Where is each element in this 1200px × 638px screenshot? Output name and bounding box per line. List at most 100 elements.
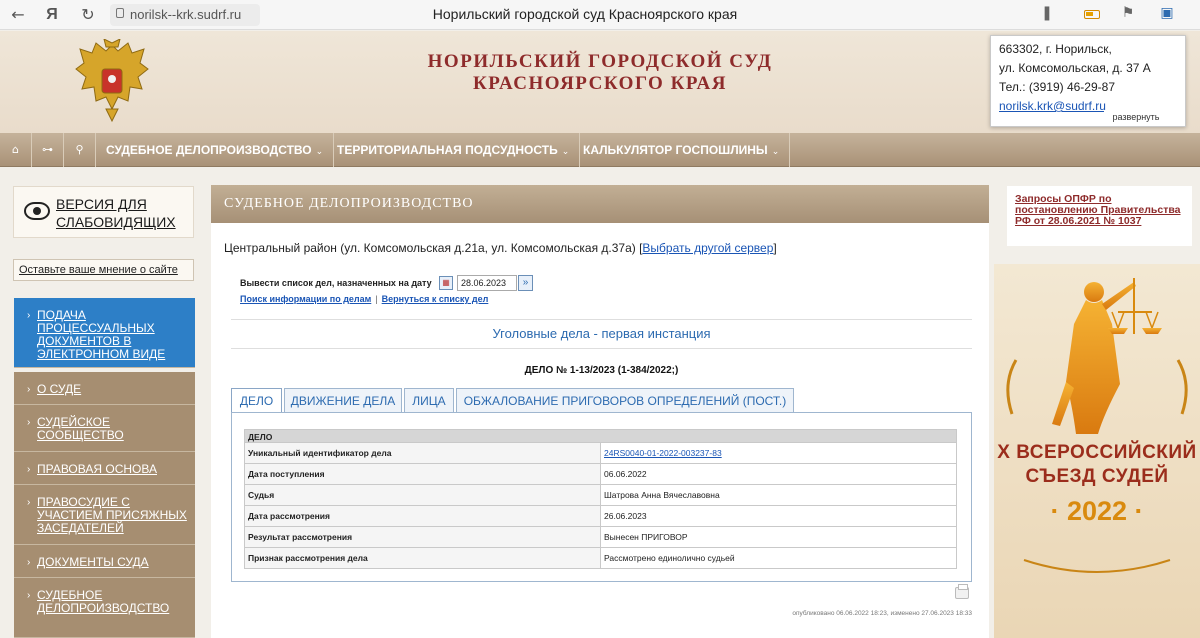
- main-content: СУДЕБНОЕ ДЕЛОПРОИЗВОДСТВО Центральный ра…: [211, 185, 989, 638]
- row-label: Судья: [244, 484, 601, 506]
- date-input[interactable]: 28.06.2023: [457, 275, 517, 291]
- nav-item-court-documents[interactable]: › ДОКУМЕНТЫ СУДА: [14, 545, 195, 578]
- table-row: Судья Шатрова Анна Вячеславовна: [244, 484, 957, 506]
- nav-label: СООБЩЕСТВО: [37, 428, 124, 442]
- nav-item-about-court[interactable]: › О СУДЕ: [14, 372, 195, 405]
- bullet-icon: ›: [27, 417, 31, 428]
- menu-court-records[interactable]: СУДЕБНОЕ ДЕЛОПРОИЗВОДСТВО ⌄: [96, 133, 335, 167]
- choose-server-link[interactable]: Выбрать другой сервер: [642, 241, 773, 255]
- server-text: Центральный район (ул. Комсомольская д.2…: [224, 241, 643, 255]
- banner-line2: СЪЕЗД СУДЕЙ: [1025, 466, 1169, 487]
- bullet-icon: ›: [27, 590, 31, 601]
- tab-case-movement[interactable]: ДВИЖЕНИЕ ДЕЛА: [284, 388, 402, 413]
- table-header-row: ДЕЛО: [244, 429, 957, 443]
- contact-address-line2: ул. Комсомольская, д. 37 А: [999, 61, 1151, 75]
- server-info: Центральный район (ул. Комсомольская д.2…: [224, 241, 777, 255]
- back-to-list-link[interactable]: Вернуться к списку дел: [382, 294, 489, 304]
- chevron-down-icon: ⌄: [315, 146, 324, 156]
- row-label: Признак рассмотрения дела: [244, 547, 601, 569]
- browser-toolbar: ← Я ↻ norilsk--krk.sudrf.ru Норильский г…: [0, 0, 1200, 30]
- court-title-line1: НОРИЛЬСКИЙ ГОРОДСКОЙ СУД: [427, 51, 773, 72]
- court-title: НОРИЛЬСКИЙ ГОРОДСКОЙ СУД КРАСНОЯРСКОГО К…: [400, 51, 800, 95]
- table-row: Результат рассмотрения Вынесен ПРИГОВОР: [244, 526, 957, 548]
- calendar-icon[interactable]: ▦: [439, 276, 453, 290]
- opfr-requests-link[interactable]: Запросы ОПФР по постановлению Правительс…: [1007, 186, 1192, 246]
- menu-fee-calculator[interactable]: КАЛЬКУЛЯТОР ГОСПОШЛИНЫ ⌄: [573, 133, 791, 167]
- menu-label: КАЛЬКУЛЯТОР ГОСПОШЛИНЫ: [583, 143, 768, 157]
- menu-territorial-jurisdiction[interactable]: ТЕРРИТОРИАЛЬНАЯ ПОДСУДНОСТЬ ⌄: [327, 133, 581, 167]
- bookmark-icon[interactable]: ❚: [1037, 5, 1057, 25]
- extension-icon[interactable]: ⚑: [1118, 5, 1138, 25]
- page-tab-title: Норильский городской суд Красноярского к…: [432, 6, 738, 22]
- nav-label: ДОКУМЕНТЫ СУДА: [37, 555, 149, 569]
- case-uid-link[interactable]: 24RS0040-01-2022-003237-83: [604, 448, 722, 458]
- server-text-end: ]: [773, 241, 777, 255]
- menu-label: ТЕРРИТОРИАЛЬНАЯ ПОДСУДНОСТЬ: [337, 143, 558, 157]
- case-details-table: ДЕЛО Уникальный идентификатор дела 24RS0…: [244, 429, 957, 569]
- case-search-link[interactable]: Поиск информации по делам: [240, 294, 371, 304]
- nav-item-court-records[interactable]: › СУДЕБНОЕ ДЕЛОПРОИЗВОДСТВО: [14, 578, 195, 638]
- nav-label: О СУДЕ: [37, 382, 82, 396]
- sitemap-icon[interactable]: ⊶: [32, 133, 64, 167]
- nav-item-jury-trial[interactable]: › ПРАВОСУДИЕ С УЧАСТИЕМ ПРИСЯЖНЫХ ЗАСЕДА…: [14, 485, 195, 545]
- visually-impaired-line1: ВЕРСИЯ ДЛЯ: [56, 196, 147, 212]
- chevron-down-icon: ⌄: [561, 146, 570, 156]
- section-title: Уголовные дела - первая инстанция: [492, 326, 711, 341]
- eye-icon: [24, 202, 50, 220]
- table-row: Признак рассмотрения дела Рассмотрено ед…: [244, 547, 957, 569]
- tab-appeals[interactable]: ОБЖАЛОВАНИЕ ПРИГОВОРОВ ОПРЕДЕЛЕНИЙ (ПОСТ…: [456, 388, 794, 413]
- visually-impaired-line2: СЛАБОВИДЯЩИХ: [56, 214, 176, 230]
- nav-item-electronic-filing[interactable]: › ПОДАЧА ПРОЦЕССУАЛЬНЫХ ДОКУМЕНТОВ В ЭЛЕ…: [14, 298, 195, 368]
- nav-label: ПРАВОВАЯ ОСНОВА: [37, 462, 157, 476]
- print-icon[interactable]: [955, 584, 969, 599]
- divider: [231, 348, 972, 349]
- contact-phone: Тел.: (3919) 46-29-87: [999, 80, 1115, 94]
- row-value: 06.06.2022: [600, 463, 957, 485]
- row-label: Результат рассмотрения: [244, 526, 601, 548]
- battery-icon: [1084, 10, 1100, 19]
- table-row: Уникальный идентификатор дела 24RS0040-0…: [244, 442, 957, 464]
- row-value: 26.06.2023: [600, 505, 957, 527]
- divider: [231, 319, 972, 320]
- row-label: Дата поступления: [244, 463, 601, 485]
- search-icon[interactable]: ⚲: [64, 133, 96, 167]
- row-value: 24RS0040-01-2022-003237-83: [600, 442, 957, 464]
- menu-label: СУДЕБНОЕ ДЕЛОПРОИЗВОДСТВО: [106, 143, 312, 157]
- contact-address-line1: 663302, г. Норильск,: [999, 42, 1112, 56]
- bullet-icon: ›: [27, 384, 31, 395]
- table-header: ДЕЛО: [244, 429, 957, 443]
- nav-label: ЗАСЕДАТЕЛЕЙ: [37, 521, 124, 535]
- separator: |: [375, 294, 378, 304]
- left-navigation: › ПОДАЧА ПРОЦЕССУАЛЬНЫХ ДОКУМЕНТОВ В ЭЛЕ…: [14, 298, 195, 638]
- table-row: Дата рассмотрения 26.06.2023: [244, 505, 957, 527]
- nav-item-judicial-community[interactable]: › СУДЕЙСКОЕ СООБЩЕСТВО: [14, 405, 195, 452]
- tab-persons[interactable]: ЛИЦА: [404, 388, 454, 413]
- chevron-down-icon: ⌄: [771, 146, 780, 156]
- nav-label: ДЕЛОПРОИЗВОДСТВО: [37, 601, 170, 615]
- bullet-icon: ›: [27, 557, 31, 568]
- bullet-icon: ›: [27, 310, 31, 321]
- congress-banner[interactable]: X ВСЕРОССИЙСКИЙ СЪЕЗД СУДЕЙ · 2022 ·: [994, 264, 1200, 638]
- row-value: Вынесен ПРИГОВОР: [600, 526, 957, 548]
- feedback-link[interactable]: Оставьте ваше мнение о сайте: [13, 259, 194, 281]
- downloads-icon[interactable]: ▣: [1157, 5, 1177, 25]
- bullet-icon: ›: [27, 464, 31, 475]
- banner-line1: X ВСЕРОССИЙСКИЙ: [997, 442, 1197, 463]
- court-title-line2: КРАСНОЯРСКОГО КРАЯ: [473, 73, 727, 94]
- page-title: СУДЕБНОЕ ДЕЛОПРОИЗВОДСТВО: [211, 185, 989, 223]
- table-row: Дата поступления 06.06.2022: [244, 463, 957, 485]
- banner-year: · 2022 ·: [1050, 496, 1144, 526]
- home-icon[interactable]: ⌂: [0, 133, 32, 167]
- visually-impaired-version-link[interactable]: ВЕРСИЯ ДЛЯ СЛАБОВИДЯЩИХ: [13, 186, 194, 238]
- bullet-icon: ›: [27, 497, 31, 508]
- coat-of-arms-icon: [75, 39, 149, 123]
- tab-case[interactable]: ДЕЛО: [231, 388, 282, 414]
- submit-date-button[interactable]: »: [518, 275, 533, 291]
- case-tab-panel: ДЕЛО Уникальный идентификатор дела 24RS0…: [231, 412, 972, 582]
- nav-label: ЭЛЕКТРОННОМ ВИДЕ: [37, 347, 166, 361]
- row-label: Дата рассмотрения: [244, 505, 601, 527]
- expand-contacts-button[interactable]: развернуть: [1104, 110, 1168, 126]
- row-label: Уникальный идентификатор дела: [244, 442, 601, 464]
- nav-item-legal-basis[interactable]: › ПРАВОВАЯ ОСНОВА: [14, 452, 195, 485]
- row-value: Шатрова Анна Вячеславовна: [600, 484, 957, 506]
